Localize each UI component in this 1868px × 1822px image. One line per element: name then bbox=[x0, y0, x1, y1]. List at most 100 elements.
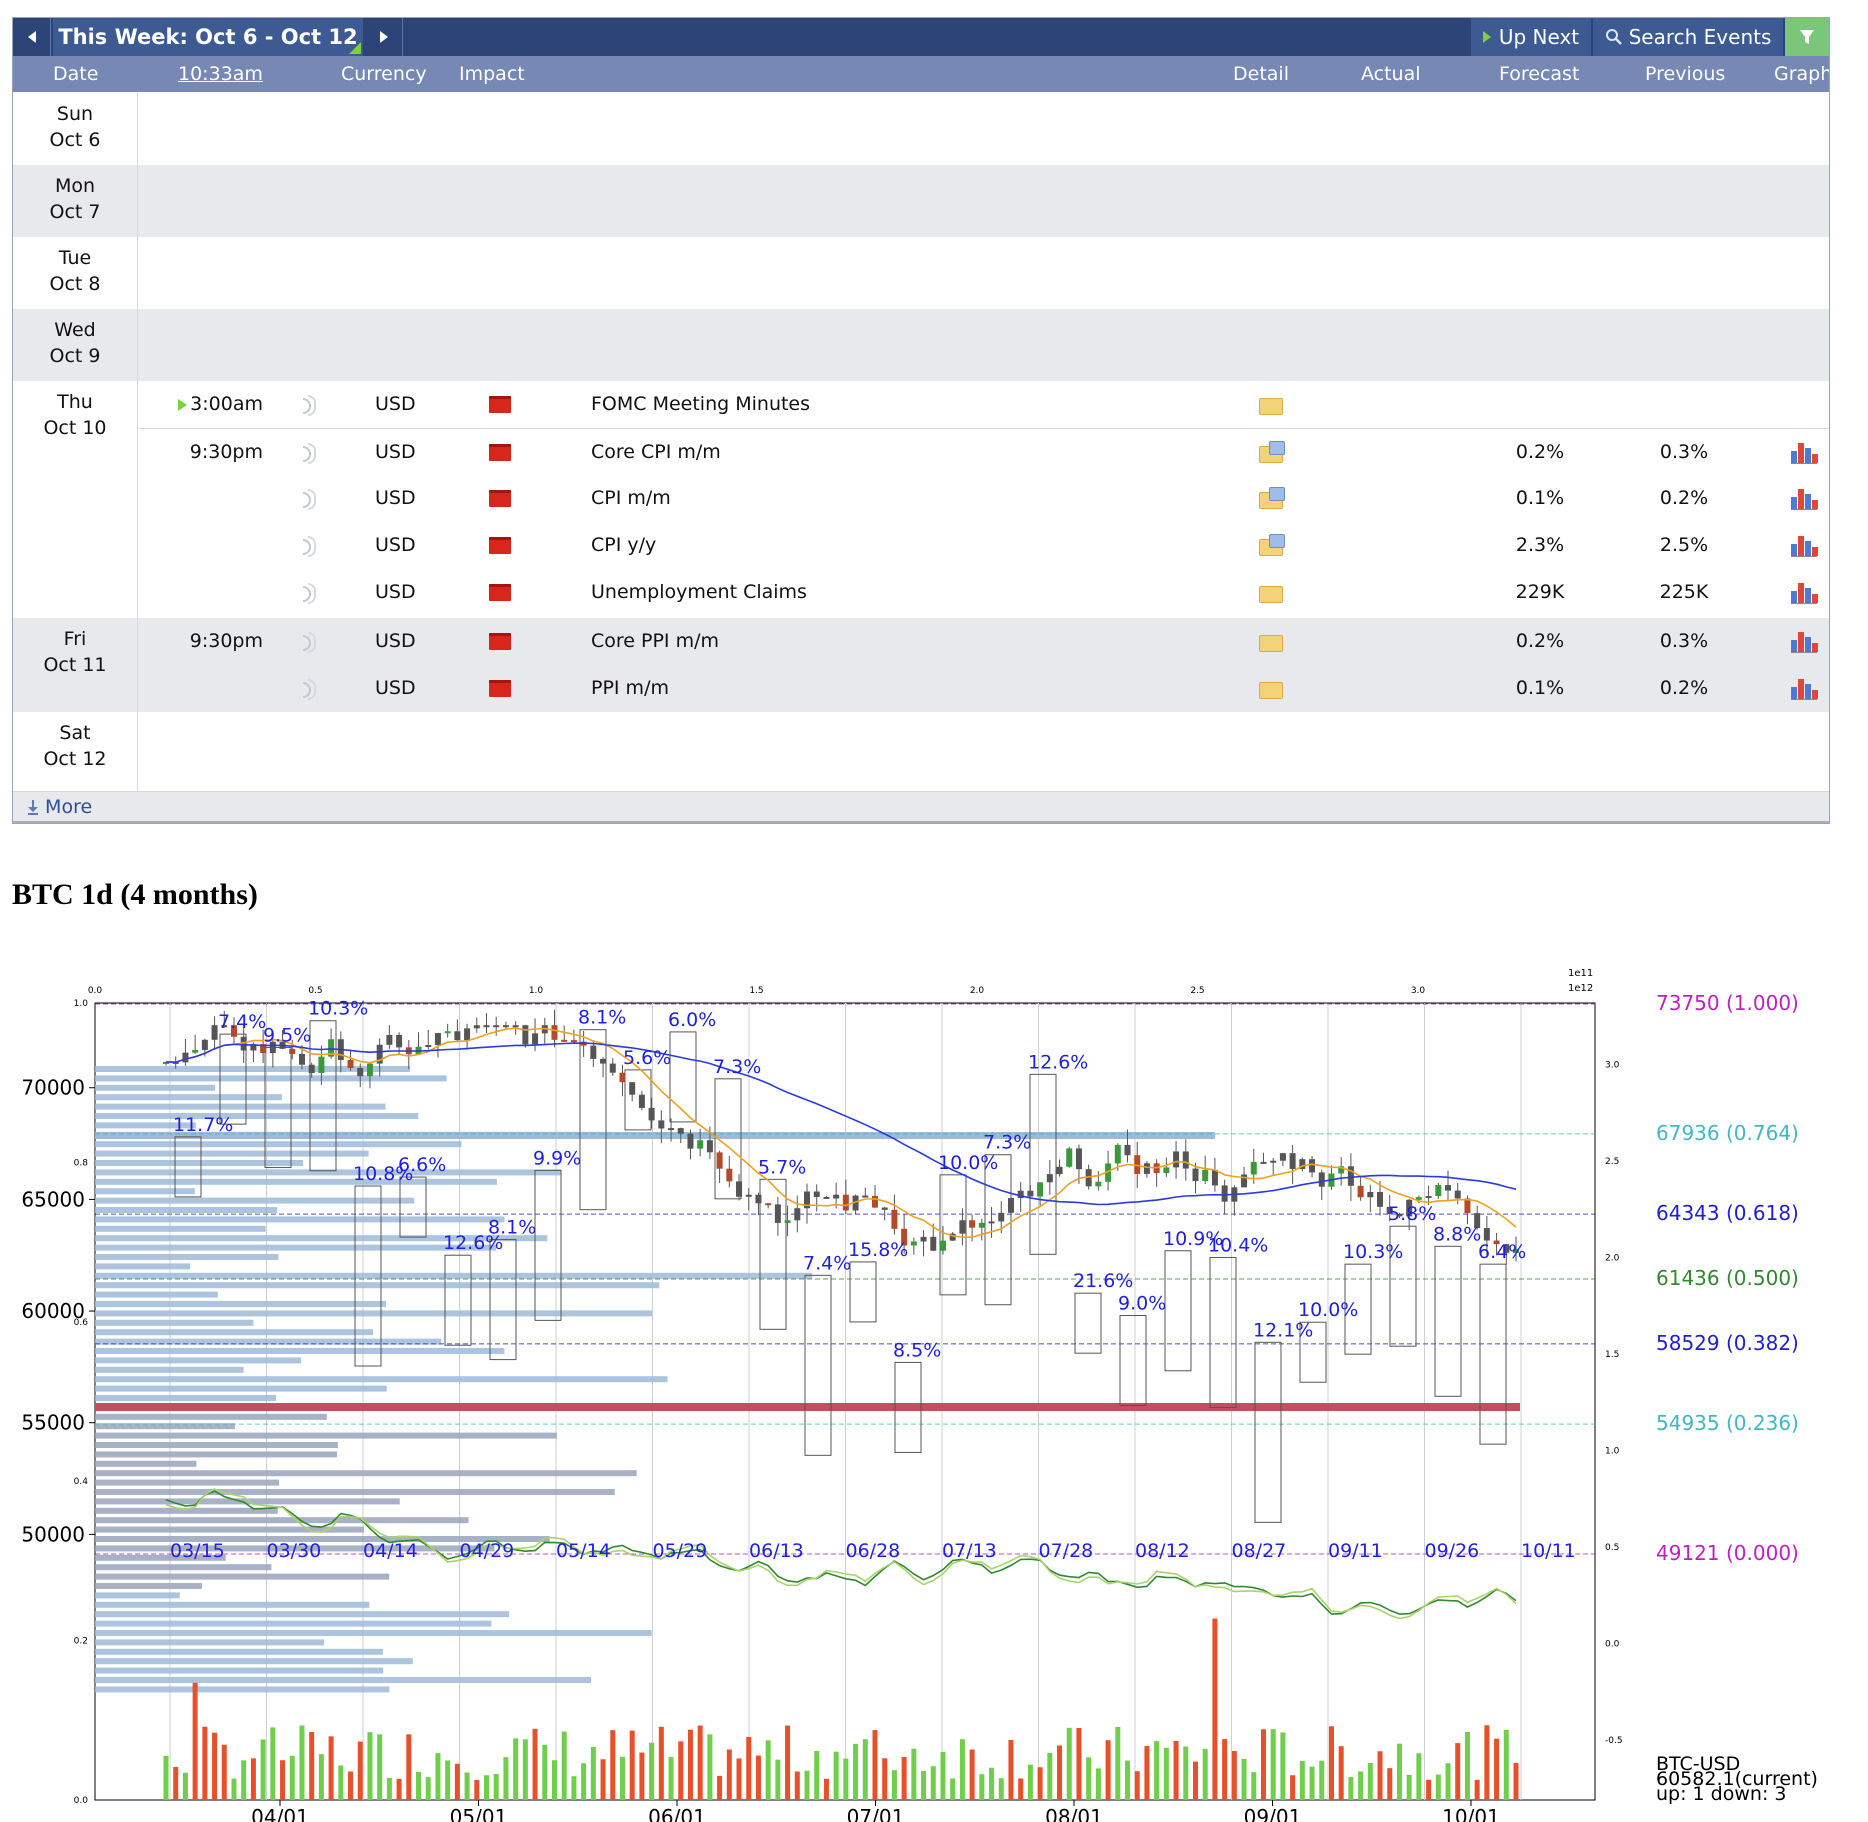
volume-profile-bar bbox=[95, 1272, 813, 1279]
event-row[interactable]: 3:00am USD FOMC Meeting Minutes bbox=[139, 381, 1829, 428]
volume-bar bbox=[891, 1770, 897, 1800]
bar-chart-icon[interactable] bbox=[1791, 522, 1818, 569]
swing-percent-label: 7.3% bbox=[983, 1132, 1031, 1154]
day-row-wed: Wed Oct 9 bbox=[13, 309, 1829, 381]
more-label: More bbox=[45, 796, 93, 818]
volume-bar bbox=[1416, 1753, 1422, 1800]
candle-body bbox=[1250, 1161, 1257, 1175]
sound-icon[interactable] bbox=[301, 618, 319, 665]
up-next-button[interactable]: Up Next bbox=[1471, 18, 1591, 56]
event-currency: USD bbox=[375, 487, 416, 509]
date-marker-label: 04/14 bbox=[363, 1540, 418, 1562]
folder-open-icon[interactable] bbox=[1259, 522, 1285, 569]
event-title[interactable]: CPI y/y bbox=[591, 522, 656, 569]
event-title[interactable]: Core CPI m/m bbox=[591, 429, 721, 476]
volume-bar bbox=[823, 1778, 829, 1800]
volume-bar bbox=[1474, 1779, 1480, 1800]
date-marker-label: 09/26 bbox=[1425, 1540, 1480, 1562]
date-marker-label: 03/15 bbox=[170, 1540, 225, 1562]
event-row[interactable]: USD Unemployment Claims 229K 225K bbox=[139, 569, 1829, 616]
volume-bar bbox=[1212, 1618, 1218, 1800]
date-marker-label: 07/28 bbox=[1039, 1540, 1094, 1562]
event-forecast: 0.2% bbox=[1515, 441, 1565, 463]
more-link[interactable]: More bbox=[27, 792, 92, 822]
candle-body bbox=[434, 1033, 441, 1046]
candle-body bbox=[1270, 1160, 1277, 1163]
sound-icon[interactable] bbox=[301, 475, 319, 522]
candle-body bbox=[502, 1025, 509, 1028]
candle-body bbox=[386, 1034, 393, 1045]
event-row[interactable]: 9:30pm USD Core PPI m/m 0.2% 0.3% bbox=[139, 618, 1829, 665]
candle-body bbox=[532, 1033, 539, 1045]
sound-icon[interactable] bbox=[301, 569, 319, 616]
event-row[interactable]: USD CPI m/m 0.1% 0.2% bbox=[139, 475, 1829, 522]
volume-bar bbox=[1095, 1768, 1101, 1800]
volume-bar bbox=[1202, 1748, 1208, 1800]
volume-bar bbox=[629, 1730, 635, 1800]
swing-percent-label: 7.4% bbox=[218, 1011, 266, 1033]
candle-body bbox=[570, 1040, 577, 1043]
col-time-link[interactable]: 10:33am bbox=[178, 56, 263, 92]
volume-bar bbox=[182, 1772, 188, 1800]
volume-bar bbox=[454, 1763, 460, 1800]
bar-chart-icon[interactable] bbox=[1791, 475, 1818, 522]
folder-icon[interactable] bbox=[1259, 569, 1283, 616]
volume-bar bbox=[930, 1766, 936, 1800]
volume-bar bbox=[1290, 1775, 1296, 1800]
volume-bar bbox=[1018, 1778, 1024, 1800]
sound-icon[interactable] bbox=[301, 522, 319, 569]
event-title[interactable]: CPI m/m bbox=[591, 475, 671, 522]
event-forecast: 2.3% bbox=[1515, 534, 1565, 556]
folder-open-icon[interactable] bbox=[1259, 429, 1285, 476]
event-title[interactable]: Core PPI m/m bbox=[591, 618, 719, 665]
volume-bar bbox=[1241, 1758, 1247, 1800]
volume-bar bbox=[1270, 1729, 1276, 1800]
event-row[interactable]: 9:30pm USD Core CPI m/m 0.2% 0.3% bbox=[139, 428, 1829, 476]
volume-bar bbox=[1338, 1746, 1344, 1800]
volume-bar bbox=[794, 1771, 800, 1800]
top-axis-tick-label: 2.5 bbox=[1190, 986, 1204, 996]
bar-chart-icon[interactable] bbox=[1791, 665, 1818, 712]
volume-bar bbox=[396, 1778, 402, 1800]
volume-profile-bar bbox=[95, 1451, 338, 1458]
volume-profile-bar bbox=[95, 1583, 202, 1589]
prev-week-button[interactable] bbox=[13, 18, 51, 56]
folder-icon[interactable] bbox=[1259, 381, 1283, 428]
candle-body bbox=[706, 1140, 713, 1153]
candle-body bbox=[978, 1222, 985, 1228]
swing-percent-label: 9.0% bbox=[1118, 1293, 1166, 1315]
sound-icon[interactable] bbox=[301, 665, 319, 712]
swing-percent-label: 6.4% bbox=[1478, 1241, 1526, 1263]
search-events-button[interactable]: Search Events bbox=[1593, 18, 1783, 56]
volume-bar bbox=[289, 1755, 295, 1800]
bar-chart-icon[interactable] bbox=[1791, 429, 1818, 476]
folder-icon[interactable] bbox=[1259, 665, 1283, 712]
event-currency: USD bbox=[375, 581, 416, 603]
impact-high-icon bbox=[489, 618, 511, 665]
folder-icon[interactable] bbox=[1259, 618, 1283, 665]
candle-body bbox=[629, 1082, 636, 1095]
volume-bar bbox=[590, 1746, 596, 1800]
event-row[interactable]: USD CPI y/y 2.3% 2.5% bbox=[139, 522, 1829, 569]
swing-percent-label: 10.3% bbox=[1343, 1241, 1403, 1263]
event-title[interactable]: Unemployment Claims bbox=[591, 569, 807, 616]
folder-open-icon[interactable] bbox=[1259, 475, 1285, 522]
volume-profile-bar bbox=[95, 1348, 505, 1354]
swing-percent-label: 8.8% bbox=[1433, 1223, 1481, 1245]
event-title[interactable]: FOMC Meeting Minutes bbox=[591, 381, 810, 428]
event-title[interactable]: PPI m/m bbox=[591, 665, 669, 712]
bar-chart-icon[interactable] bbox=[1791, 569, 1818, 616]
filter-button[interactable] bbox=[1785, 18, 1829, 56]
event-row[interactable]: USD PPI m/m 0.1% 0.2% bbox=[139, 665, 1829, 712]
left-aux-tick-label: 0.0 bbox=[74, 1796, 89, 1806]
candle-body bbox=[1056, 1166, 1063, 1175]
left-aux-tick-label: 0.2 bbox=[74, 1637, 88, 1647]
volume-bar bbox=[1086, 1757, 1092, 1800]
sound-icon[interactable] bbox=[301, 429, 319, 476]
volume-bar bbox=[551, 1760, 557, 1800]
bar-chart-icon[interactable] bbox=[1791, 618, 1818, 665]
next-week-button[interactable] bbox=[365, 18, 403, 56]
sound-icon[interactable] bbox=[301, 381, 319, 428]
col-previous: Previous bbox=[1645, 63, 1726, 85]
week-selector[interactable]: This Week: Oct 6 - Oct 12 bbox=[53, 18, 363, 56]
